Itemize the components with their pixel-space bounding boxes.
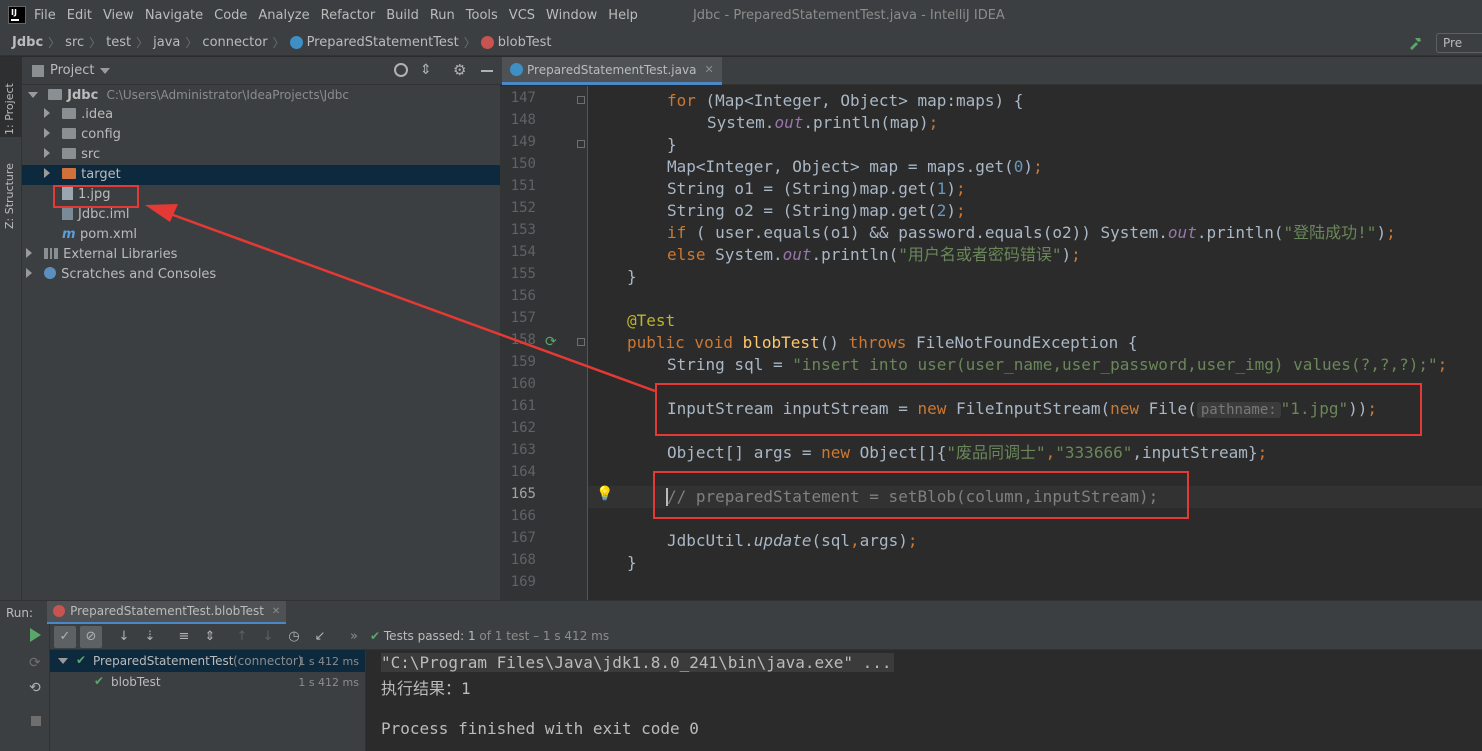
tree-row[interactable]: ✔ blobTest 1 s 412 ms xyxy=(50,672,365,692)
rerun-icon[interactable] xyxy=(30,628,41,642)
check-icon: ✔ xyxy=(94,674,105,688)
check-icon: ✔ xyxy=(370,629,381,643)
run-label: Run: xyxy=(6,605,34,620)
stop-icon[interactable] xyxy=(31,716,41,726)
test-case-name: blobTest xyxy=(111,675,161,689)
tests-passed-detail: of 1 test – 1 s 412 ms xyxy=(479,629,610,643)
previous-failed-icon[interactable]: ↑ xyxy=(234,629,250,645)
sort-alpha-icon[interactable]: ↓ xyxy=(116,629,132,645)
test-results-tree: ✔ PreparedStatementTest (connector) 1 s … xyxy=(50,650,366,751)
show-ignored-icon[interactable]: ⊘ xyxy=(80,626,102,648)
run-tab[interactable]: PreparedStatementTest.blobTest ✕ xyxy=(47,600,287,625)
export-icon[interactable]: ↙ xyxy=(312,629,328,645)
test-suite-package: (connector) xyxy=(233,654,303,668)
chevron-down-icon[interactable] xyxy=(58,658,68,664)
test-suite-time: 1 s 412 ms xyxy=(298,655,359,668)
expand-all-icon[interactable]: ≡ xyxy=(176,629,192,645)
test-suite-name: PreparedStatementTest xyxy=(93,654,234,668)
more-actions-icon[interactable]: » xyxy=(346,629,362,645)
history-clock-icon[interactable]: ◷ xyxy=(286,629,302,645)
test-status-summary: ✔ Tests passed: 1 of 1 test – 1 s 412 ms xyxy=(370,629,609,643)
run-side-toolbar: ⟳ ⟲ xyxy=(0,624,50,751)
next-failed-icon[interactable]: ↓ xyxy=(260,629,276,645)
show-passed-icon[interactable]: ✓ xyxy=(54,626,76,648)
console-line: "C:\Program Files\Java\jdk1.8.0_241\bin\… xyxy=(381,653,894,672)
console-line: Process finished with exit code 0 xyxy=(381,719,699,738)
toggle-auto-test-icon[interactable]: ⟲ xyxy=(29,680,41,696)
tree-row[interactable]: ✔ PreparedStatementTest (connector) 1 s … xyxy=(50,650,365,672)
console-output[interactable]: "C:\Program Files\Java\jdk1.8.0_241\bin\… xyxy=(366,650,1482,751)
check-icon: ✔ xyxy=(76,653,87,667)
tests-passed-label: Tests passed: xyxy=(383,629,465,643)
sort-duration-icon[interactable]: ⇣ xyxy=(142,629,158,645)
console-line: 执行结果：1 xyxy=(381,679,471,698)
debug-icon[interactable]: ⟳ xyxy=(29,655,41,671)
test-case-time: 1 s 412 ms xyxy=(298,676,359,689)
tests-passed-count: 1 xyxy=(467,629,476,643)
run-tab-label: PreparedStatementTest.blobTest xyxy=(70,604,264,618)
close-icon[interactable]: ✕ xyxy=(272,606,280,617)
run-panel-header: Run: PreparedStatementTest.blobTest ✕ xyxy=(0,600,1482,625)
collapse-all-icon[interactable]: ⇕ xyxy=(202,629,218,645)
run-config-icon xyxy=(53,605,66,617)
run-toolbar: ✓ ⊘ ↓ ⇣ ≡ ⇕ ↑ ↓ ◷ ↙ » ✔ Tests passed: 1 … xyxy=(50,624,1482,650)
